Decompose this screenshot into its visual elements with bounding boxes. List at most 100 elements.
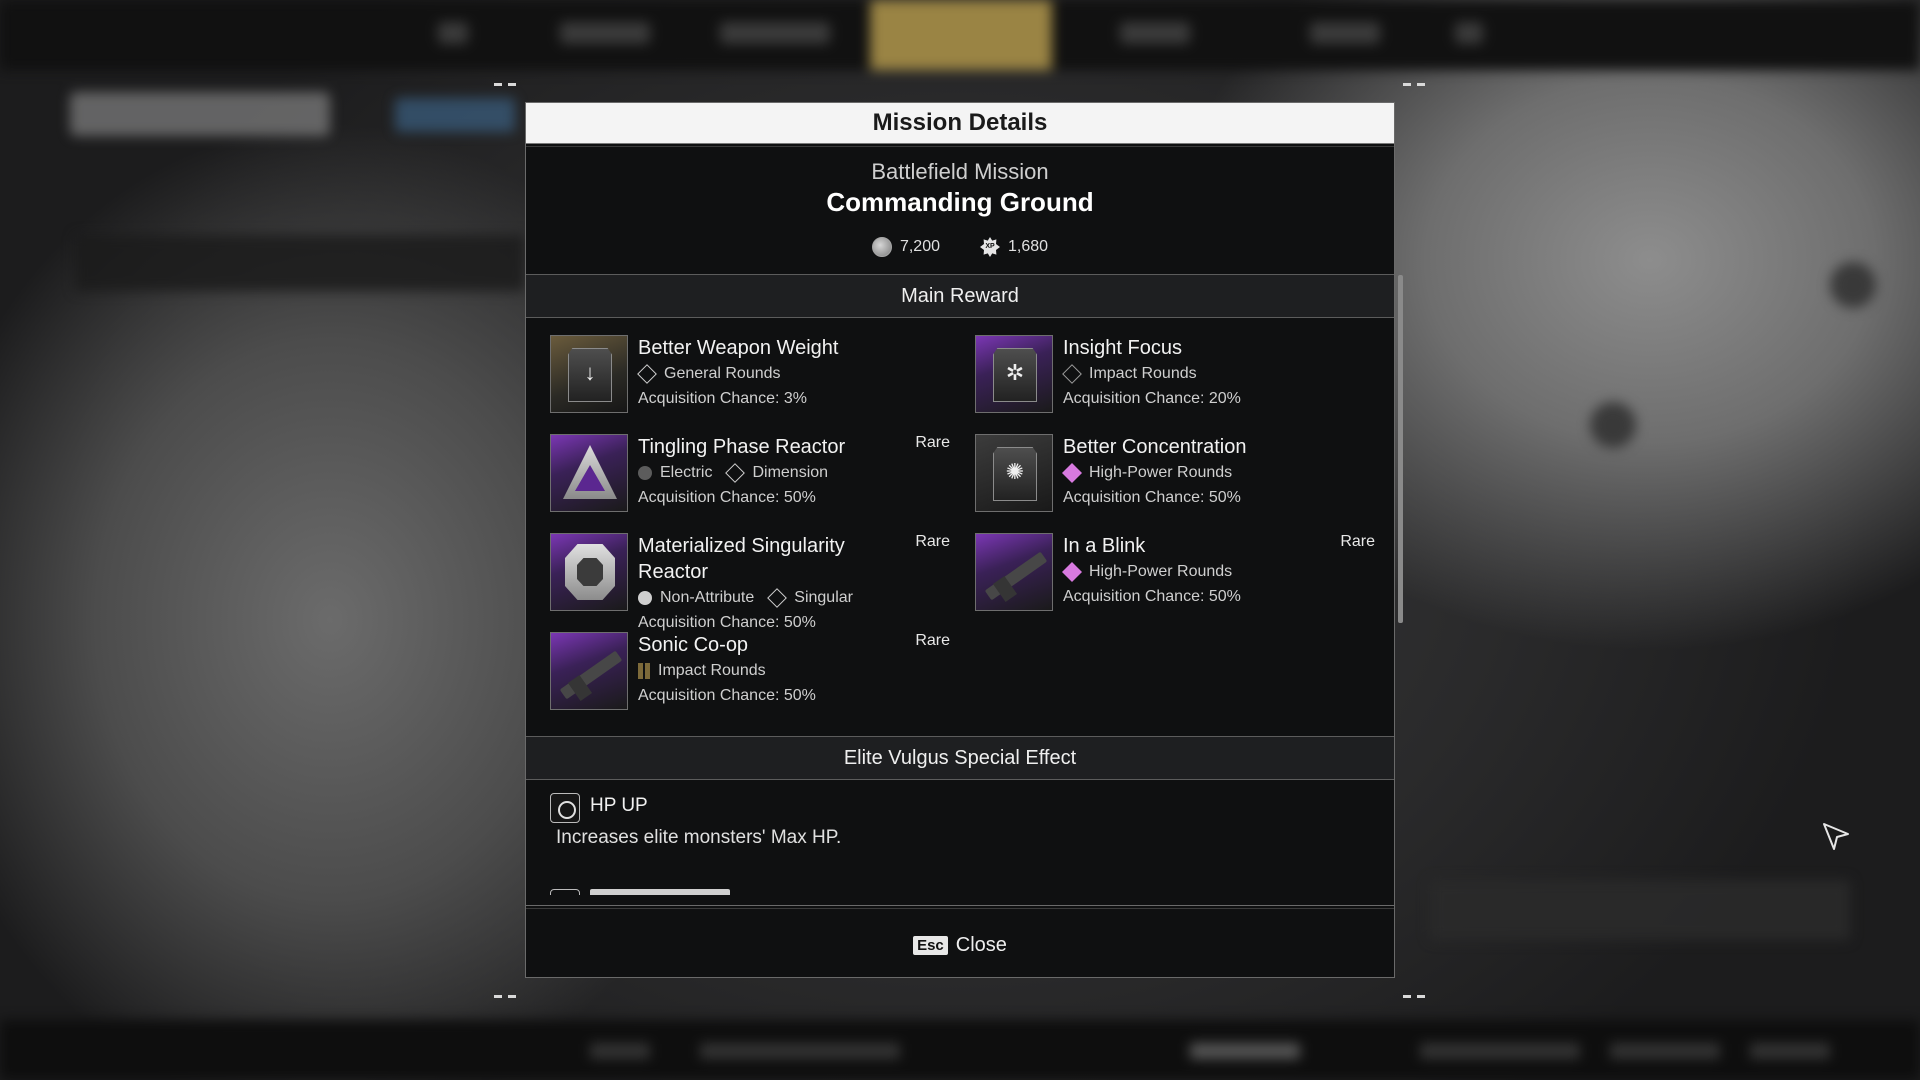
reward-type: Electric Dimension (638, 463, 828, 483)
xp-value: 1,680 (1008, 238, 1049, 255)
reward-type-label: Impact Rounds (1089, 365, 1197, 382)
reward-type-label: Non-Attribute (660, 589, 755, 606)
nav-item (1310, 22, 1380, 44)
module-thumbnail: ✺ (975, 434, 1053, 512)
non-attribute-icon (638, 591, 652, 605)
esc-key-icon: Esc (913, 935, 948, 955)
frame-corner (494, 82, 516, 86)
dimension-icon (725, 463, 746, 483)
frame-corner (1403, 994, 1425, 998)
concentration-icon: ✺ (1005, 459, 1025, 484)
gold-value: 7,200 (899, 238, 940, 255)
high-power-rounds-icon (1062, 463, 1082, 483)
module-thumbnail: ✲ (975, 335, 1053, 413)
mission-name: Commanding Ground (826, 187, 1094, 217)
reward-type-label: High-Power Rounds (1089, 563, 1233, 580)
nav-item (720, 22, 830, 44)
effect-item-clipped (550, 885, 850, 895)
nav-item-active (870, 0, 1052, 70)
reward-item[interactable]: ✲ Insight Focus Impact Rounds Acquisitio… (975, 335, 1375, 430)
reward-item[interactable]: Sonic Co-op Rare Impact Rounds Acquisiti… (550, 632, 950, 727)
reward-name: In a Blink (1063, 535, 1146, 557)
divider (526, 143, 1394, 147)
reward-type-label: Impact Rounds (658, 662, 766, 679)
close-button[interactable]: Esc Close (526, 925, 1394, 965)
acquisition-chance: Acquisition Chance: 50% (638, 614, 816, 631)
bottom-bar-item (700, 1043, 900, 1059)
zone-chip (395, 98, 515, 132)
nav-item (1120, 22, 1190, 44)
rarity-label: Rare (1340, 533, 1375, 550)
acquisition-chance: Acquisition Chance: 50% (1063, 489, 1241, 506)
impact-rounds-icon (638, 663, 650, 679)
modal-title: Mission Details (526, 103, 1394, 143)
reward-type-label: General Rounds (664, 365, 781, 382)
reward-type-label: High-Power Rounds (1089, 464, 1233, 481)
bottom-bar-item (1420, 1043, 1580, 1059)
zone-panel (75, 235, 525, 291)
effect-name-clipped (590, 889, 730, 895)
focus-icon: ✲ (1005, 360, 1025, 385)
reactor-thumbnail (550, 533, 628, 611)
acquisition-chance: Acquisition Chance: 50% (1063, 588, 1241, 605)
xp-reward: XP 1,680 (980, 237, 1048, 257)
reward-type-label: Electric (660, 464, 713, 481)
nav-item (438, 22, 468, 44)
divider (526, 905, 1394, 909)
bottom-bar-item (1610, 1043, 1720, 1059)
high-power-rounds-icon (1062, 562, 1082, 582)
reward-item[interactable]: Materialized Singularity Reactor Rare No… (550, 533, 950, 643)
reward-name: Insight Focus (1063, 337, 1182, 359)
reward-item[interactable]: Tingling Phase Reactor Rare Electric Dim… (550, 434, 950, 529)
reward-type: Impact Rounds (1062, 364, 1197, 384)
acquisition-chance: Acquisition Chance: 3% (638, 390, 807, 407)
hp-up-icon (550, 793, 580, 823)
acquisition-chance: Acquisition Chance: 50% (638, 687, 816, 704)
bottom-bar-item (1750, 1043, 1830, 1059)
reward-type: Non-Attribute Singular (638, 588, 853, 608)
rarity-label: Rare (915, 533, 950, 550)
reward-item[interactable]: ↓ Better Weapon Weight General Rounds Ac… (550, 335, 950, 430)
special-effect-header: Elite Vulgus Special Effect (526, 736, 1394, 780)
effect-name: HP UP (590, 795, 648, 816)
reactor-core (577, 558, 603, 586)
mouse-cursor-icon (1823, 823, 1849, 850)
reward-type: High-Power Rounds (1062, 562, 1233, 582)
nav-item (1455, 22, 1483, 44)
close-label: Close (955, 933, 1007, 956)
gold-coin-icon (871, 237, 892, 257)
reward-name: Materialized Singularity Reactor (638, 535, 845, 583)
reward-name: Better Concentration (1063, 436, 1247, 458)
bottom-bar-item (1190, 1043, 1300, 1059)
impact-rounds-icon (1062, 364, 1082, 384)
map-marker (1590, 402, 1636, 448)
mission-rewards-summary: 7,200 XP 1,680 (526, 237, 1394, 257)
effect-description: Increases elite monsters' Max HP. (556, 827, 842, 848)
xp-badge-icon: XP (980, 237, 1000, 257)
main-reward-header: Main Reward (526, 274, 1394, 318)
mission-type: Battlefield Mission (871, 159, 1049, 184)
reward-name: Sonic Co-op (638, 634, 749, 656)
map-marker (1830, 262, 1876, 308)
frame-corner (1403, 82, 1425, 86)
reward-type: High-Power Rounds (1062, 463, 1233, 483)
rarity-label: Rare (915, 632, 950, 649)
acquisition-chance: Acquisition Chance: 20% (1063, 390, 1241, 407)
reward-name: Better Weapon Weight (638, 337, 839, 359)
reward-item[interactable]: ✺ Better Concentration High-Power Rounds… (975, 434, 1375, 529)
rarity-label: Rare (915, 434, 950, 451)
module-thumbnail: ↓ (550, 335, 628, 413)
nav-item (560, 22, 650, 44)
reward-name: Tingling Phase Reactor (638, 436, 846, 458)
effect-icon (550, 889, 580, 895)
reward-type: General Rounds (637, 364, 781, 384)
scrollbar[interactable] (1398, 275, 1403, 623)
frame-corner (494, 994, 516, 998)
reward-item[interactable]: In a Blink Rare High-Power Rounds Acquis… (975, 533, 1375, 628)
bottom-bar-item (590, 1043, 650, 1059)
acquisition-chance: Acquisition Chance: 50% (638, 489, 816, 506)
singular-icon (767, 588, 788, 608)
weight-icon: ↓ (584, 360, 596, 385)
weapon-thumbnail (975, 533, 1053, 611)
side-panel (1430, 880, 1850, 940)
